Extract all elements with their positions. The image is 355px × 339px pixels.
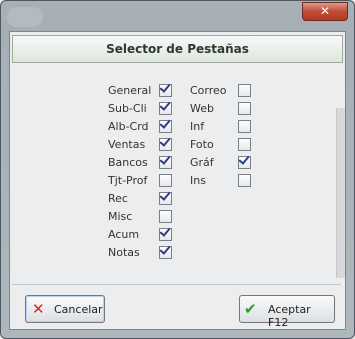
tab-option-general[interactable]: General (108, 81, 178, 100)
checkmark-icon (159, 225, 171, 237)
tab-option-checkbox[interactable] (159, 174, 172, 187)
checkmark-icon (238, 153, 250, 165)
tab-option-checkbox[interactable] (238, 84, 251, 97)
tab-option-checkbox[interactable] (159, 225, 172, 241)
tab-option-correo[interactable]: Correo (190, 82, 260, 100)
dialog-title: Selector de Pestañas (12, 35, 343, 63)
tab-option-label: General (108, 84, 152, 97)
close-icon: ✕ (319, 4, 331, 18)
tab-option-checkbox[interactable] (159, 243, 172, 259)
tab-option-label: Web (190, 102, 214, 115)
tab-option-label: Notas (108, 246, 140, 259)
red-x-icon: ✕ (32, 300, 45, 318)
tab-option-label: Inf (190, 120, 205, 133)
tab-option-label: Correo (190, 84, 227, 97)
dialog-footer: ✕ Cancelar ✔ Aceptar F12 (12, 284, 341, 329)
tab-option-ventas[interactable]: Ventas (108, 135, 178, 154)
tab-option-tjt-prof[interactable]: Tjt-Prof (108, 172, 178, 190)
tab-option-checkbox[interactable] (159, 189, 172, 205)
cancel-button[interactable]: ✕ Cancelar (25, 295, 105, 323)
cancel-label: Cancelar (54, 303, 103, 316)
tab-option-checkbox[interactable] (238, 120, 251, 133)
checkmark-icon (159, 153, 171, 165)
green-check-icon: ✔ (244, 300, 257, 318)
accept-button[interactable]: ✔ Aceptar F12 (239, 295, 335, 329)
close-button[interactable]: ✕ (302, 2, 348, 21)
checkmark-icon (159, 189, 171, 201)
tab-option-label: Rec (108, 192, 128, 205)
tab-option-label: Tjt-Prof (108, 174, 148, 187)
checkmark-icon (159, 117, 171, 129)
tabs-column-right: Correo Web Inf Foto Gráf Ins (190, 82, 260, 190)
tab-option-alb-crd[interactable]: Alb-Crd (108, 117, 178, 136)
tab-option-label: Misc (108, 210, 133, 223)
scrollbar[interactable] (336, 108, 345, 278)
tab-option-gr-f[interactable]: Gráf (190, 153, 260, 172)
tab-option-checkbox[interactable] (159, 81, 172, 97)
checkmark-icon (159, 243, 171, 255)
tab-option-label: Bancos (108, 156, 148, 169)
tab-option-label: Sub-Cli (108, 102, 147, 115)
tab-option-web[interactable]: Web (190, 100, 260, 118)
tab-option-checkbox[interactable] (238, 174, 251, 187)
tab-option-checkbox[interactable] (159, 117, 172, 133)
tab-option-checkbox[interactable] (159, 99, 172, 115)
window-icon (7, 7, 43, 27)
tab-option-rec[interactable]: Rec (108, 189, 178, 208)
tab-option-label: Ins (190, 174, 206, 187)
tab-option-checkbox[interactable] (238, 102, 251, 115)
checkmark-icon (159, 81, 171, 93)
tab-option-checkbox[interactable] (238, 153, 251, 169)
tab-option-foto[interactable]: Foto (190, 136, 260, 154)
tab-option-checkbox[interactable] (159, 153, 172, 169)
tab-option-misc[interactable]: Misc (108, 208, 178, 226)
tab-option-acum[interactable]: Acum (108, 225, 178, 244)
tab-option-checkbox[interactable] (159, 135, 172, 151)
tab-option-checkbox[interactable] (238, 138, 251, 151)
tab-option-label: Alb-Crd (108, 120, 149, 133)
tab-option-bancos[interactable]: Bancos (108, 153, 178, 172)
tab-option-ins[interactable]: Ins (190, 172, 260, 190)
tab-option-sub-cli[interactable]: Sub-Cli (108, 99, 178, 118)
checkmark-icon (159, 135, 171, 147)
dialog-client-area: Selector de Pestañas General Sub-Cli Alb-C… (9, 31, 346, 330)
tab-option-label: Foto (190, 138, 214, 151)
tab-option-checkbox[interactable] (159, 210, 172, 223)
tab-option-notas[interactable]: Notas (108, 243, 178, 262)
tab-option-label: Ventas (108, 138, 146, 151)
tabs-column-left: General Sub-Cli Alb-Crd Ventas Bancos Tjt-Pro… (108, 81, 178, 262)
accept-label: Aceptar F12 (268, 303, 311, 329)
dialog-window: ✕ Selector de Pestañas General Sub-Cli Alb… (0, 0, 355, 339)
tab-option-label: Acum (108, 228, 140, 241)
tab-option-inf[interactable]: Inf (190, 118, 260, 136)
tab-option-label: Gráf (190, 156, 214, 169)
checkmark-icon (159, 99, 171, 111)
